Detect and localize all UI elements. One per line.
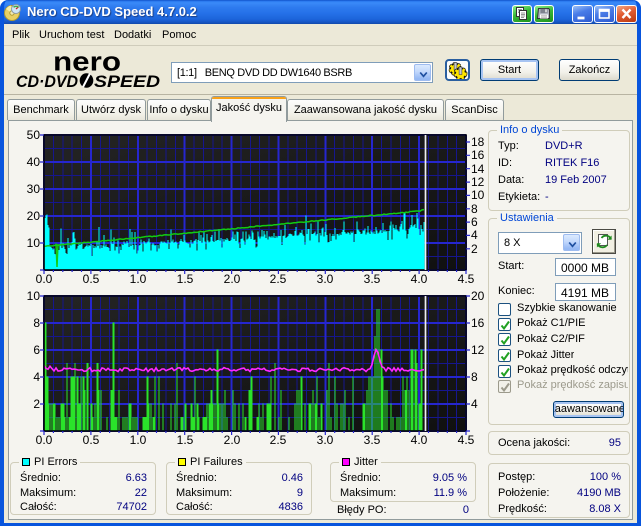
svg-text:2.0: 2.0	[224, 433, 241, 447]
svg-text:0.0: 0.0	[36, 272, 53, 286]
svg-text:6: 6	[471, 215, 478, 229]
svg-text:4: 4	[471, 397, 478, 411]
svg-text:2: 2	[33, 397, 40, 411]
svg-text:1.0: 1.0	[130, 272, 147, 286]
svg-text:14: 14	[471, 162, 485, 176]
svg-text:30: 30	[27, 182, 41, 196]
svg-text:40: 40	[27, 155, 41, 169]
svg-text:3.0: 3.0	[317, 272, 334, 286]
svg-text:8: 8	[471, 370, 478, 384]
svg-text:4.0: 4.0	[411, 272, 428, 286]
svg-text:4: 4	[471, 228, 478, 242]
svg-text:2.5: 2.5	[270, 433, 287, 447]
svg-text:8: 8	[471, 202, 478, 216]
svg-text:20: 20	[27, 209, 41, 223]
svg-text:10: 10	[27, 289, 41, 303]
svg-text:2.5: 2.5	[270, 272, 287, 286]
svg-text:6: 6	[33, 343, 40, 357]
svg-text:3.5: 3.5	[364, 272, 381, 286]
svg-text:0.5: 0.5	[83, 433, 100, 447]
svg-text:1.5: 1.5	[177, 272, 194, 286]
svg-text:20: 20	[471, 289, 485, 303]
svg-text:3.5: 3.5	[364, 433, 381, 447]
svg-text:8: 8	[33, 316, 40, 330]
svg-text:0.0: 0.0	[36, 433, 53, 447]
svg-text:50: 50	[27, 128, 41, 142]
svg-text:18: 18	[471, 135, 485, 149]
svg-text:2: 2	[471, 242, 478, 256]
svg-text:12: 12	[471, 175, 485, 189]
svg-text:2.0: 2.0	[224, 272, 241, 286]
svg-text:1.0: 1.0	[130, 433, 147, 447]
svg-text:4: 4	[33, 370, 40, 384]
svg-text:12: 12	[471, 343, 485, 357]
svg-text:4.0: 4.0	[411, 433, 428, 447]
svg-text:4.5: 4.5	[458, 272, 475, 286]
svg-text:0.5: 0.5	[83, 272, 100, 286]
svg-text:10: 10	[27, 236, 41, 250]
svg-text:16: 16	[471, 316, 485, 330]
svg-text:1.5: 1.5	[177, 433, 194, 447]
svg-text:16: 16	[471, 148, 485, 162]
svg-text:3.0: 3.0	[317, 433, 334, 447]
svg-text:4.5: 4.5	[458, 433, 475, 447]
svg-text:10: 10	[471, 188, 485, 202]
